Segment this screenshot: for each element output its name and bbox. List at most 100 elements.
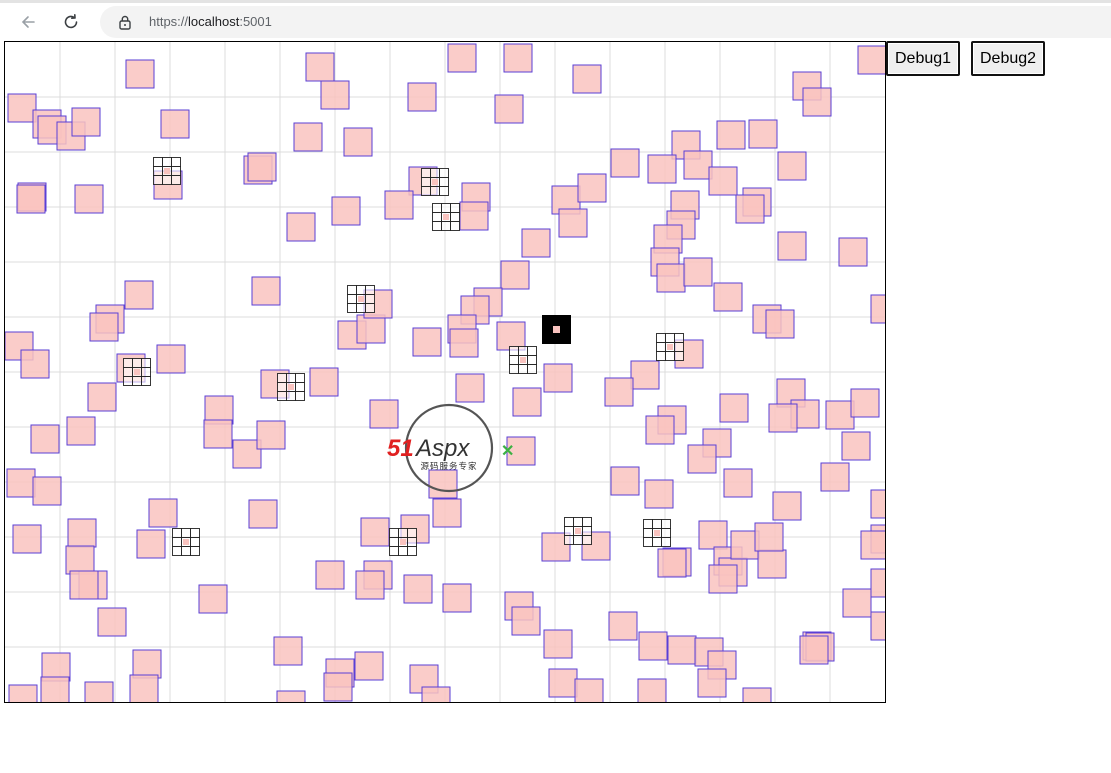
grid-marker-cell [509, 364, 519, 374]
lock-icon [119, 15, 131, 30]
obstacle-box [273, 636, 303, 666]
obstacle-box [860, 530, 885, 560]
grid-marker-cell [518, 346, 528, 356]
address-url: https://localhost:5001 [149, 14, 272, 29]
grid-marker-cell [643, 537, 653, 547]
obstacle-box [125, 59, 155, 89]
grid-marker-cell [389, 537, 399, 547]
obstacle-box [825, 400, 855, 430]
grid-marker-cell [398, 528, 408, 538]
grid-marker-cell [181, 546, 191, 556]
grid-marker-cell [172, 546, 182, 556]
grid-marker-cell [295, 391, 305, 401]
grid-marker-cell [573, 517, 583, 527]
obstacle-box [65, 545, 95, 575]
grid-marker-cell [527, 364, 537, 374]
logo-brand-red: 51 [387, 435, 414, 462]
obstacle-box [765, 309, 795, 339]
obstacle-box [604, 377, 634, 407]
obstacle-box [67, 518, 97, 548]
obstacle-box [772, 491, 802, 521]
grid-marker-cell [421, 177, 431, 187]
obstacle-box [512, 387, 542, 417]
obstacle-box [687, 444, 717, 474]
grid-marker-cell [432, 212, 442, 222]
grid-marker-cell [450, 212, 460, 222]
grid-marker-cell [389, 546, 399, 556]
obstacle-box [356, 314, 386, 344]
grid-marker-cell [277, 391, 287, 401]
obstacle-box [198, 584, 228, 614]
grid-marker-center [134, 369, 140, 375]
game-canvas[interactable] [4, 41, 886, 703]
obstacle-box [777, 151, 807, 181]
grid-marker-cell [123, 358, 133, 368]
obstacle-box [637, 678, 667, 702]
obstacle-box [432, 498, 462, 528]
grid-marker-cell [171, 166, 181, 176]
grid-marker-center [400, 539, 406, 545]
obstacle-box [503, 43, 533, 73]
obstacle-box [558, 208, 588, 238]
obstacle-box [511, 606, 541, 636]
debug2-button[interactable]: Debug2 [971, 41, 1046, 76]
grid-marker-cell [347, 303, 357, 313]
grid-marker-cell [661, 537, 671, 547]
grid-marker-cell [389, 528, 399, 538]
obstacle-box [543, 363, 573, 393]
obstacle-box [870, 489, 885, 519]
reload-icon [64, 14, 78, 29]
grid-marker-cell [582, 526, 592, 536]
obstacle-box [20, 349, 50, 379]
grid-marker-cell [365, 285, 375, 295]
obstacle-box [757, 549, 787, 579]
grid-marker-cell [665, 351, 675, 361]
reload-button[interactable] [57, 8, 85, 36]
obstacle-box [40, 676, 70, 702]
obstacle-box [820, 462, 850, 492]
grid-marker-cell [582, 517, 592, 527]
obstacle-box [841, 431, 871, 461]
grid-marker-cell [153, 175, 163, 185]
obstacle-box [323, 672, 353, 702]
grid-marker-cell [439, 168, 449, 178]
grid-marker-cell [162, 175, 172, 185]
grid-marker-cell [171, 157, 181, 167]
obstacle-box [247, 152, 277, 182]
obstacle-box [630, 360, 660, 390]
obstacle-box [7, 93, 37, 123]
grid-marker-cell [430, 168, 440, 178]
obstacle-box [360, 517, 390, 547]
obstacle-box [683, 257, 713, 287]
grid-marker-cell [582, 535, 592, 545]
address-bar[interactable]: https://localhost:5001 [100, 6, 1111, 38]
obstacle-box [421, 686, 451, 702]
obstacle-box [638, 631, 668, 661]
back-button[interactable] [14, 8, 42, 36]
grid-marker-cell [347, 285, 357, 295]
obstacle-box [156, 344, 186, 374]
logo-brand-black: Aspx [414, 435, 470, 462]
obstacle-box [799, 635, 829, 665]
obstacle-box [71, 107, 101, 137]
obstacle-box [442, 583, 472, 613]
url-host: localhost [188, 14, 240, 29]
grid-marker-cell [656, 333, 666, 343]
obstacle-box [870, 294, 885, 324]
obstacle-box [521, 228, 551, 258]
obstacle-box [251, 276, 281, 306]
obstacle-box [16, 184, 46, 214]
grid-marker-cell [564, 535, 574, 545]
obstacle-box [331, 196, 361, 226]
debug1-button[interactable]: Debug1 [886, 41, 961, 76]
obstacle-box [713, 282, 743, 312]
obstacle-box [543, 629, 573, 659]
obstacle-box [293, 122, 323, 152]
obstacle-box [459, 201, 489, 231]
game-scene [5, 42, 885, 702]
obstacle-box [132, 649, 162, 679]
obstacle-box [656, 263, 686, 293]
grid-marker-cell [356, 303, 366, 313]
grid-marker-cell [181, 528, 191, 538]
grid-marker-cell [153, 166, 163, 176]
